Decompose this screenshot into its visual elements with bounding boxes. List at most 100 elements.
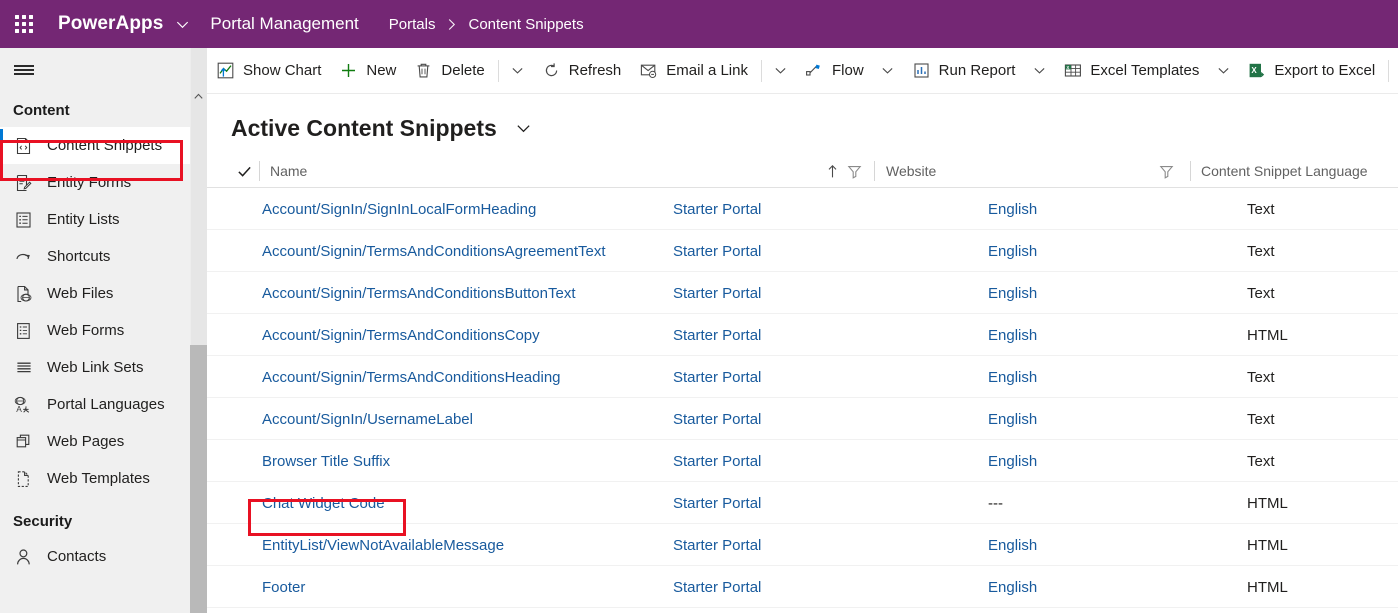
- sidebar-item-label: Contacts: [47, 548, 107, 565]
- cell-language[interactable]: English: [988, 398, 1037, 440]
- excel-templates-chevron-down-icon[interactable]: [1208, 51, 1238, 91]
- email-a-link-button[interactable]: Email a Link: [630, 51, 757, 91]
- cell-language[interactable]: English: [988, 566, 1037, 608]
- brand-powerapps[interactable]: PowerApps: [58, 13, 163, 35]
- cell-website[interactable]: Starter Portal: [673, 230, 761, 272]
- cell-language[interactable]: English: [988, 188, 1037, 230]
- command-label: Run Report: [938, 62, 1016, 79]
- cell-language[interactable]: English: [988, 230, 1037, 272]
- sidebar-item-entity-lists[interactable]: Entity Lists: [0, 201, 190, 238]
- cell-website[interactable]: Starter Portal: [673, 314, 761, 356]
- refresh-button[interactable]: Refresh: [533, 51, 631, 91]
- sidebar-item-web-pages[interactable]: Web Pages: [0, 423, 190, 460]
- sidebar-item-label: Portal Languages: [47, 396, 165, 413]
- table-row[interactable]: Browser Title Suffix Starter Portal Englis…: [207, 440, 1398, 482]
- cell-website[interactable]: Starter Portal: [673, 356, 761, 398]
- cell-website[interactable]: Starter Portal: [673, 566, 761, 608]
- table-row[interactable]: Account/SignIn/UsernameLabel Starter Port…: [207, 398, 1398, 440]
- cell-website[interactable]: Starter Portal: [673, 188, 761, 230]
- cell-name[interactable]: Chat Widget Code: [262, 482, 385, 524]
- cell-name[interactable]: Account/Signin/TermsAndConditionsButtonT…: [262, 272, 576, 314]
- view-selector-chevron-down-icon[interactable]: [515, 120, 532, 137]
- run-report-button[interactable]: Run Report: [903, 51, 1025, 91]
- column-header-website[interactable]: Website: [886, 154, 936, 188]
- refresh-icon: [542, 61, 561, 80]
- app-name-label[interactable]: Portal Management: [210, 14, 358, 34]
- cell-language[interactable]: English: [988, 314, 1037, 356]
- sidebar-item-entity-forms[interactable]: Entity Forms: [0, 164, 190, 201]
- show-chart-icon: [216, 61, 235, 80]
- sidebar-item-label: Content Snippets: [47, 137, 163, 154]
- table-row[interactable]: EntityList/ViewNotAvailableMessage Starte…: [207, 524, 1398, 566]
- sidebar-item-contacts[interactable]: Contacts: [0, 538, 190, 575]
- app-launcher-icon[interactable]: [0, 0, 48, 48]
- sidebar-item-web-link-sets[interactable]: Web Link Sets: [0, 349, 190, 386]
- sidebar-item-web-forms[interactable]: Web Forms: [0, 312, 190, 349]
- sidebar-item-label: Entity Lists: [47, 211, 120, 228]
- cell-language[interactable]: English: [988, 524, 1037, 566]
- sidebar-item-web-templates[interactable]: Web Templates: [0, 460, 190, 497]
- breadcrumb: Portals Content Snippets: [389, 16, 584, 33]
- cell-website[interactable]: Starter Portal: [673, 272, 761, 314]
- flow-button[interactable]: Flow: [796, 51, 873, 91]
- table-row[interactable]: Footer Starter Portal English HTML: [207, 566, 1398, 608]
- run-report-chevron-down-icon[interactable]: [1024, 51, 1054, 91]
- table-row[interactable]: Account/Signin/TermsAndConditionsCopy Sta…: [207, 314, 1398, 356]
- flow-chevron-down-icon[interactable]: [873, 51, 903, 91]
- sidebar-item-web-files[interactable]: Web Files: [0, 275, 190, 312]
- cell-name[interactable]: Account/Signin/TermsAndConditionsCopy: [262, 314, 540, 356]
- scroll-up-arrow-icon[interactable]: [190, 88, 207, 105]
- cell-name[interactable]: Browser Title Suffix: [262, 440, 390, 482]
- cell-name[interactable]: Account/Signin/TermsAndConditionsAgreeme…: [262, 230, 606, 272]
- command-bar: Show Chart New Delete Refresh Email a Li…: [207, 48, 1398, 94]
- cell-language[interactable]: English: [988, 272, 1037, 314]
- table-row[interactable]: Account/SignIn/SignInLocalFormHeading Sta…: [207, 188, 1398, 230]
- cell-name[interactable]: Account/SignIn/UsernameLabel: [262, 398, 473, 440]
- sidebar-item-label: Entity Forms: [47, 174, 132, 191]
- table-row[interactable]: Account/Signin/TermsAndConditionsAgreeme…: [207, 230, 1398, 272]
- delete-button[interactable]: Delete: [405, 51, 493, 91]
- filter-icon-name[interactable]: [847, 154, 862, 188]
- flow-icon: [805, 61, 824, 80]
- cell-website[interactable]: Starter Portal: [673, 524, 761, 566]
- cell-language[interactable]: English: [988, 440, 1037, 482]
- cell-name[interactable]: Footer: [262, 566, 305, 608]
- export-to-excel-button[interactable]: X Export to Excel: [1238, 51, 1384, 91]
- sidebar-item-portal-languages[interactable]: A Portal Languages: [0, 386, 190, 423]
- delete-chevron-down-icon[interactable]: [503, 51, 533, 91]
- sidebar-item-content-snippets[interactable]: Content Snippets: [0, 127, 190, 164]
- table-row[interactable]: Chat Widget Code Starter Portal --- HTML: [207, 482, 1398, 524]
- column-header-content-snippet-language[interactable]: Content Snippet Language: [1201, 154, 1368, 188]
- cell-name[interactable]: Account/Signin/TermsAndConditionsHeading: [262, 356, 561, 398]
- sort-ascending-icon[interactable]: [826, 154, 839, 188]
- cell-name[interactable]: EntityList/ViewNotAvailableMessage: [262, 524, 504, 566]
- cell-type: Text: [1247, 242, 1275, 260]
- table-row[interactable]: Account/Signin/TermsAndConditionsHeading…: [207, 356, 1398, 398]
- cell-website[interactable]: Starter Portal: [673, 398, 761, 440]
- cell-website[interactable]: Starter Portal: [673, 440, 761, 482]
- cell-name[interactable]: Account/SignIn/SignInLocalFormHeading: [262, 188, 536, 230]
- hamburger-icon[interactable]: [0, 48, 48, 92]
- breadcrumb-item-content-snippets[interactable]: Content Snippets: [468, 16, 583, 33]
- shortcut-icon: [13, 247, 34, 267]
- excel-templates-button[interactable]: X Excel Templates: [1054, 51, 1208, 91]
- language-icon: A: [13, 395, 34, 415]
- table-row[interactable]: Account/Signin/TermsAndConditionsButtonT…: [207, 272, 1398, 314]
- select-all-checkmark-icon[interactable]: [237, 154, 252, 188]
- breadcrumb-item-portals[interactable]: Portals: [389, 16, 436, 33]
- cell-type: Text: [1247, 200, 1275, 218]
- new-button[interactable]: New: [330, 51, 405, 91]
- pages-icon: [13, 432, 34, 452]
- sidebar-scrollbar-thumb[interactable]: [190, 345, 207, 613]
- command-label: Excel Templates: [1090, 62, 1200, 79]
- show-chart-button[interactable]: Show Chart: [207, 51, 330, 91]
- cell-website[interactable]: Starter Portal: [673, 482, 761, 524]
- cell-language[interactable]: English: [988, 356, 1037, 398]
- brand-chevron-down-icon[interactable]: [175, 17, 190, 32]
- sidebar-item-shortcuts[interactable]: Shortcuts: [0, 238, 190, 275]
- top-app-bar: PowerApps Portal Management Portals Cont…: [0, 0, 1398, 48]
- sidebar-item-label: Web Link Sets: [47, 359, 144, 376]
- filter-icon-website[interactable]: [1159, 154, 1174, 188]
- email-a-link-chevron-down-icon[interactable]: [766, 51, 796, 91]
- column-header-name[interactable]: Name: [270, 154, 307, 188]
